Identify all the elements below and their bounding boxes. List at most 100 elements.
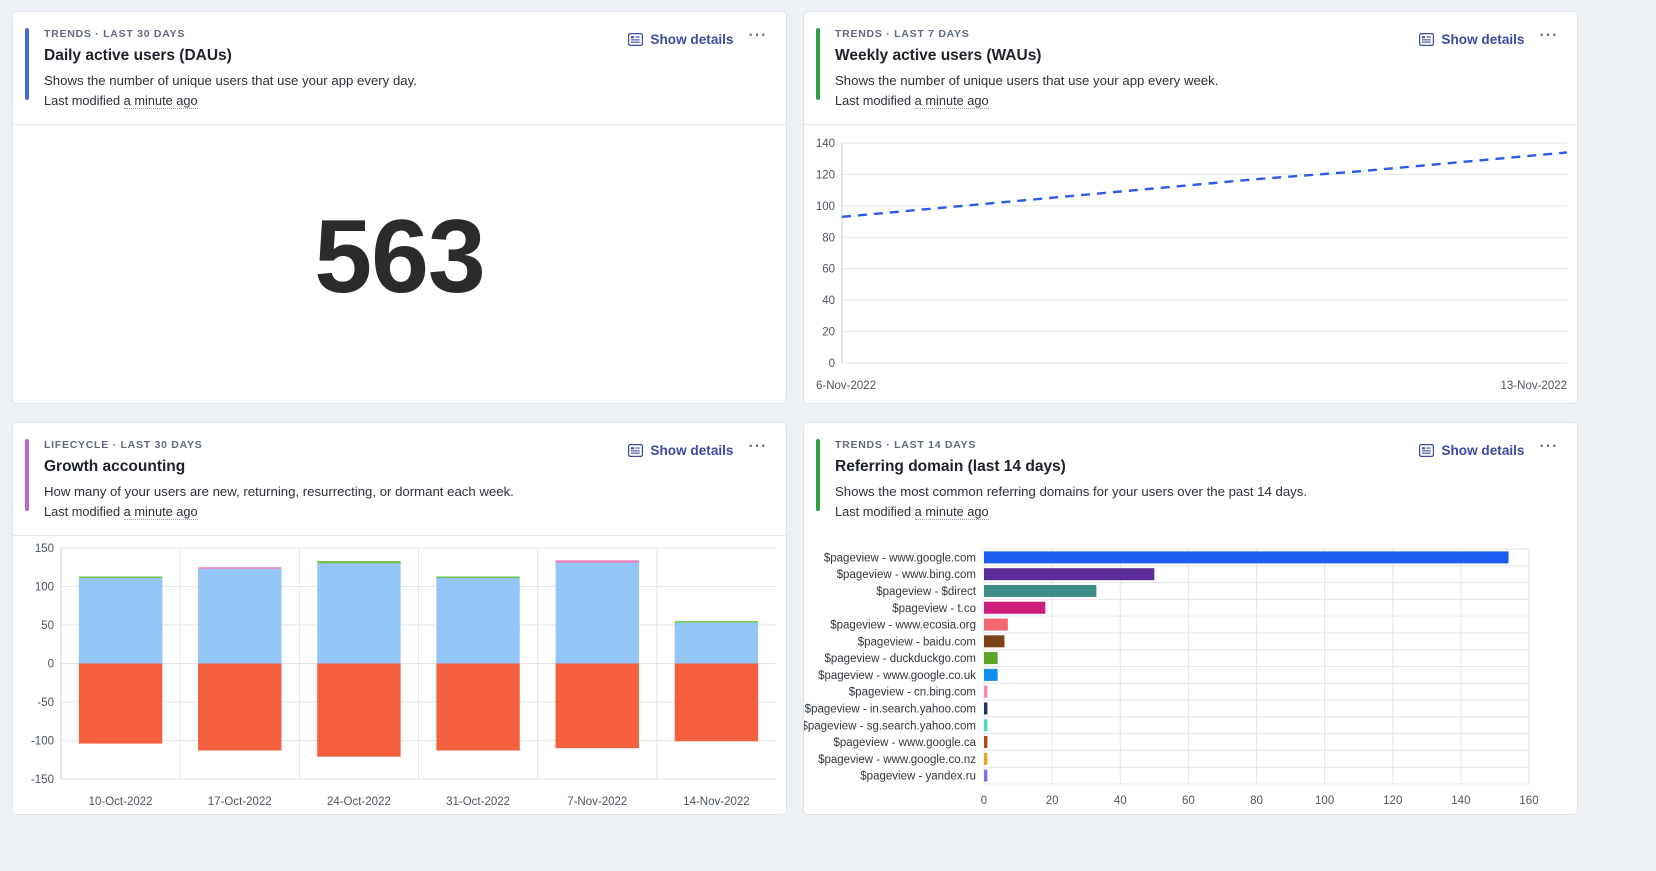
show-details-button[interactable]: Show details — [1419, 32, 1524, 47]
y-axis-category-label: $pageview - yandex.ru — [860, 771, 976, 783]
bar — [984, 652, 998, 664]
bar — [984, 619, 1008, 631]
x-axis-tick-label: 80 — [1250, 795, 1263, 807]
card-description: Shows the number of unique users that us… — [835, 72, 1419, 90]
ellipsis-icon[interactable]: ⋯ — [1537, 31, 1562, 47]
bar-segment — [317, 561, 400, 563]
last-modified-relative: a minute ago — [124, 93, 198, 109]
card-description: Shows the most common referring domains … — [835, 483, 1419, 501]
bar-segment — [675, 621, 758, 623]
bar — [984, 736, 987, 748]
bar — [984, 753, 987, 765]
show-details-button[interactable]: Show details — [628, 32, 733, 47]
y-axis-tick-label: 140 — [816, 138, 835, 150]
card-title: Weekly active users (WAUs) — [835, 46, 1419, 66]
y-axis-category-label: $pageview - www.google.ca — [833, 737, 976, 749]
bar-segment — [436, 576, 519, 578]
y-axis-category-label: $pageview - $direct — [876, 586, 977, 598]
x-axis-tick-label: 17-Oct-2022 — [208, 796, 272, 808]
last-modified-prefix: Last modified — [44, 504, 124, 519]
bar-segment — [317, 563, 400, 663]
card-header: TRENDS · LAST 30 DAYS Daily active users… — [13, 12, 786, 124]
y-axis-tick-label: 100 — [35, 582, 54, 594]
x-axis-tick-label: 14-Nov-2022 — [683, 796, 749, 808]
card-accent-bar — [816, 28, 820, 100]
ellipsis-icon[interactable]: ⋯ — [1537, 442, 1562, 458]
show-details-button[interactable]: Show details — [628, 443, 733, 458]
growth-accounting-bar-chart[interactable]: -150-100-5005010015010-Oct-202217-Oct-20… — [13, 536, 786, 815]
table-icon — [1419, 444, 1434, 457]
bar-segment — [675, 664, 758, 742]
x-axis-tick-label: 40 — [1114, 795, 1127, 807]
card-header: TRENDS · LAST 7 DAYS Weekly active users… — [804, 12, 1577, 124]
bar-segment — [198, 567, 281, 569]
ellipsis-icon[interactable]: ⋯ — [746, 442, 771, 458]
card-eyebrow: TRENDS · LAST 14 DAYS — [835, 438, 1419, 452]
bar-segment — [198, 664, 281, 751]
last-modified-prefix: Last modified — [835, 93, 915, 108]
card-eyebrow: TRENDS · LAST 30 DAYS — [44, 27, 628, 41]
x-axis-tick-label: 140 — [1451, 795, 1470, 807]
x-axis-tick-label: 31-Oct-2022 — [446, 796, 510, 808]
x-axis-tick-label: 20 — [1046, 795, 1059, 807]
card-accent-bar — [25, 439, 29, 511]
card-title: Daily active users (DAUs) — [44, 46, 628, 66]
y-axis-tick-label: 120 — [816, 169, 835, 181]
wau-line-chart[interactable]: 0204060801001201406-Nov-202213-Nov-2022 — [804, 125, 1577, 404]
bar-segment — [198, 569, 281, 664]
insight-card-growth-accounting: LIFECYCLE · LAST 30 DAYS Growth accounti… — [12, 422, 787, 815]
card-description: Shows the number of unique users that us… — [44, 72, 628, 90]
x-axis-tick-label: 10-Oct-2022 — [89, 796, 153, 808]
card-title: Referring domain (last 14 days) — [835, 457, 1419, 477]
bar-segment — [556, 560, 639, 562]
y-axis-category-label: $pageview - in.search.yahoo.com — [805, 703, 976, 715]
show-details-button[interactable]: Show details — [1419, 443, 1524, 458]
x-axis-tick-label: 7-Nov-2022 — [567, 796, 627, 808]
card-last-modified: Last modified a minute ago — [835, 503, 1419, 521]
card-body: 0204060801001201406-Nov-202213-Nov-2022 — [804, 124, 1577, 404]
y-axis-tick-label: 60 — [822, 264, 835, 276]
y-axis-tick-label: -50 — [37, 697, 54, 709]
card-body: 020406080100120140160$pageview - www.goo… — [804, 535, 1577, 815]
y-axis-tick-label: 40 — [822, 295, 835, 307]
show-details-label: Show details — [1441, 32, 1524, 47]
y-axis-category-label: $pageview - t.co — [892, 603, 976, 615]
card-header: TRENDS · LAST 14 DAYS Referring domain (… — [804, 423, 1577, 535]
card-accent-bar — [25, 28, 29, 100]
wau-line-series — [842, 152, 1567, 216]
x-axis-start-label: 6-Nov-2022 — [816, 380, 876, 392]
table-icon — [1419, 33, 1434, 46]
y-axis-tick-label: 100 — [816, 201, 835, 213]
y-axis-category-label: $pageview - cn.bing.com — [849, 687, 976, 699]
y-axis-category-label: $pageview - www.ecosia.org — [830, 620, 976, 632]
bar — [984, 602, 1045, 614]
card-last-modified: Last modified a minute ago — [44, 503, 628, 521]
bar-segment — [556, 563, 639, 664]
referring-domain-bar-chart[interactable]: 020406080100120140160$pageview - www.goo… — [804, 535, 1577, 815]
bar-segment — [675, 623, 758, 664]
x-axis-tick-label: 60 — [1182, 795, 1195, 807]
y-axis-category-label: $pageview - www.google.co.nz — [818, 754, 976, 766]
y-axis-tick-label: 0 — [829, 358, 835, 370]
card-body: -150-100-5005010015010-Oct-202217-Oct-20… — [13, 535, 786, 815]
card-eyebrow: LIFECYCLE · LAST 30 DAYS — [44, 438, 628, 452]
card-title: Growth accounting — [44, 457, 628, 477]
bar-segment — [79, 578, 162, 663]
bar — [984, 669, 998, 681]
y-axis-tick-label: 80 — [822, 232, 835, 244]
ellipsis-icon[interactable]: ⋯ — [746, 31, 771, 47]
bar — [984, 686, 987, 698]
show-details-label: Show details — [650, 443, 733, 458]
bar-segment — [436, 578, 519, 663]
y-axis-tick-label: 0 — [48, 659, 54, 671]
card-last-modified: Last modified a minute ago — [44, 92, 628, 110]
y-axis-tick-label: 150 — [35, 543, 54, 555]
x-axis-end-label: 13-Nov-2022 — [1501, 380, 1567, 392]
show-details-label: Show details — [1441, 443, 1524, 458]
insight-card-dau: TRENDS · LAST 30 DAYS Daily active users… — [12, 11, 787, 404]
card-description: How many of your users are new, returnin… — [44, 483, 628, 501]
last-modified-relative: a minute ago — [124, 504, 198, 520]
show-details-label: Show details — [650, 32, 733, 47]
y-axis-tick-label: -100 — [31, 736, 54, 748]
table-icon — [628, 444, 643, 457]
